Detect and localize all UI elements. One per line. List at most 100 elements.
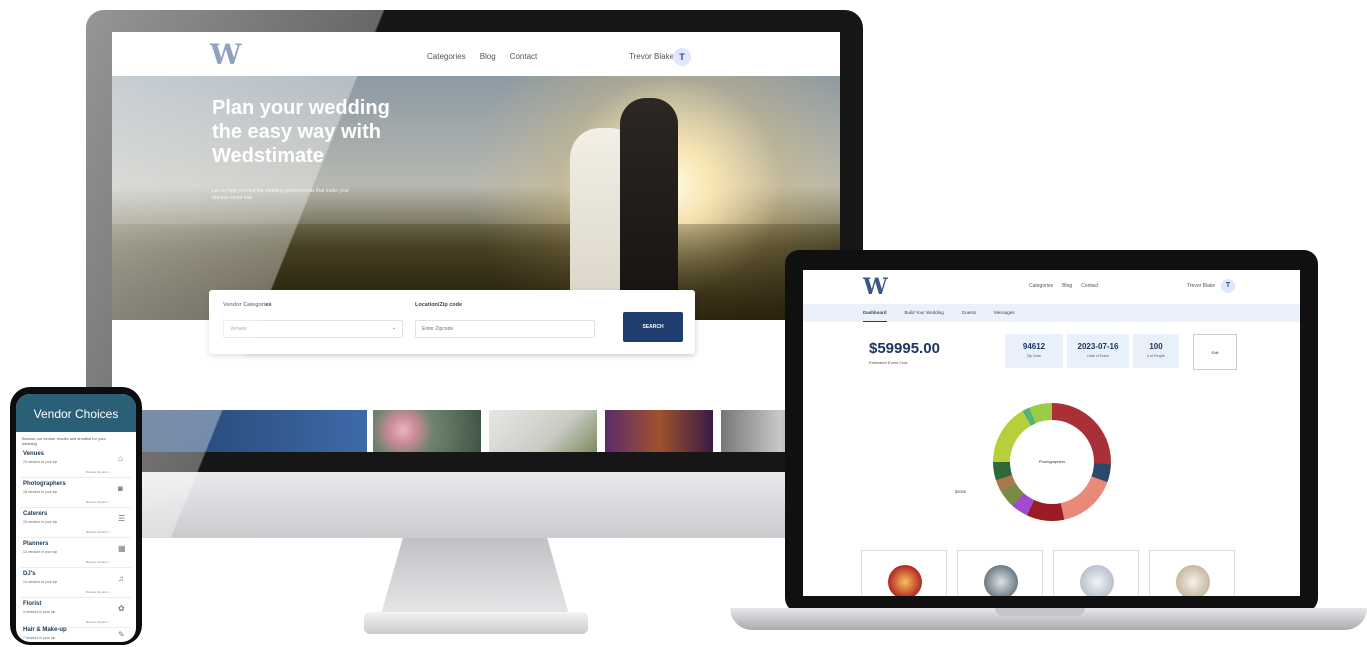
vendor-image: [984, 565, 1018, 596]
cutlery-icon: ☰: [118, 514, 126, 523]
vendor-category-title: Florist: [23, 601, 42, 607]
category-thumb[interactable]: [373, 410, 481, 452]
browse-link[interactable]: Browse Vendors >: [86, 590, 110, 594]
vendor-category-venues[interactable]: Venues 20 vendors in your zip ⌂ Browse V…: [20, 448, 132, 478]
nav-link-contact[interactable]: Contact: [510, 52, 538, 61]
wedstimate-logo[interactable]: W: [863, 274, 888, 300]
vendor-choices-header: Vendor Choices: [16, 394, 136, 432]
donut-center-label: Photographers: [1010, 420, 1094, 504]
stat-event-date: 2023-07-16 Date of Event: [1067, 334, 1129, 368]
wedstimate-logo[interactable]: W: [210, 38, 241, 71]
user-avatar[interactable]: T: [1221, 279, 1235, 293]
nav-link-blog[interactable]: Blog: [480, 52, 496, 61]
edit-button[interactable]: Edit: [1193, 334, 1237, 370]
donut-callout: $2000: [955, 489, 967, 494]
vendor-cards: [861, 550, 1241, 596]
vendor-category-subtitle: 18 vendors in your zip: [23, 490, 58, 494]
vendor-search-card: Vendor Categories Venues ⌄ Location/Zip …: [209, 290, 695, 354]
estimated-cost-label: Estimated Event Cost: [869, 360, 908, 365]
browse-link[interactable]: Browse Vendors >: [86, 530, 110, 534]
vendor-category-photographers[interactable]: Photographers 18 vendors in your zip ◙ B…: [20, 478, 132, 508]
hero-couple-image: [570, 98, 690, 320]
vendor-category-subtitle: 9 vendors in your zip: [23, 610, 56, 614]
calendar-icon: ▦: [118, 544, 126, 553]
stat-value: 2023-07-16: [1077, 342, 1119, 351]
category-thumb[interactable]: [112, 410, 367, 452]
vendor-category-caterers[interactable]: Caterers 15 vendors in your zip ☰ Browse…: [20, 508, 132, 538]
chevron-down-icon: ⌄: [391, 325, 396, 331]
hero-banner: Plan your wedding the easy way with Weds…: [112, 76, 840, 320]
browse-link[interactable]: Browse Vendors >: [86, 500, 110, 504]
desktop-nav-links: Categories Blog Contact: [427, 52, 537, 61]
vendor-category-hair-makeup[interactable]: Hair & Make-up 7 vendors in your zip ✎: [20, 624, 132, 642]
laptop-notch: [995, 608, 1085, 616]
vendor-card[interactable]: [861, 550, 947, 596]
user-name[interactable]: Trevor Blake: [629, 52, 674, 61]
vendor-category-title: Venues: [23, 451, 45, 457]
vendor-choices-intro: Browse our vendor results and shortlist …: [22, 436, 106, 446]
vendor-card[interactable]: [957, 550, 1043, 596]
stat-label: Zip Code: [1026, 354, 1042, 358]
vendor-category-planners[interactable]: Planners 12 vendors in your zip ▦ Browse…: [20, 538, 132, 568]
laptop-nav-links: Categories Blog Contact: [1029, 283, 1098, 289]
laptop-screen: W Categories Blog Contact Trevor Blake T…: [803, 270, 1300, 596]
imac-stand: [380, 538, 570, 618]
phone-screen: Vendor Choices Browse our vendor results…: [16, 394, 136, 642]
vendor-category-subtitle: 15 vendors in your zip: [23, 520, 58, 524]
device-mockup-stage: W Categories Blog Contact Trevor Blake T…: [0, 0, 1367, 647]
browse-link[interactable]: Browse Vendors >: [86, 560, 110, 564]
stat-label: Date of Event: [1087, 354, 1109, 358]
hero-subtitle: Let us help you find the wedding profess…: [212, 188, 350, 201]
estimated-cost-value: $59995.00: [869, 340, 940, 357]
nav-link-categories[interactable]: Categories: [1029, 283, 1053, 289]
nav-link-blog[interactable]: Blog: [1062, 283, 1072, 289]
vendor-category-djs[interactable]: DJ's 10 vendors in your zip ♫ Browse Ven…: [20, 568, 132, 598]
tab-guests[interactable]: Guests: [962, 310, 976, 322]
category-select-value: Venues: [230, 326, 247, 332]
music-icon: ♫: [118, 574, 124, 583]
vendor-category-title: Hair & Make-up: [23, 627, 67, 633]
vendor-category-title: Caterers: [23, 511, 48, 517]
nav-link-contact[interactable]: Contact: [1081, 283, 1098, 289]
imac-foot: [364, 612, 588, 634]
vendor-category-title: Photographers: [23, 481, 66, 487]
stat-zip-code: 94612 Zip Code: [1005, 334, 1063, 368]
imac-chin: [86, 472, 863, 538]
vendor-card[interactable]: [1149, 550, 1235, 596]
flower-icon: ✿: [118, 604, 125, 613]
stat-people: 100 # of People: [1133, 334, 1179, 368]
category-select[interactable]: Venues ⌄: [223, 320, 403, 338]
camera-icon: ◙: [118, 484, 123, 493]
category-thumb[interactable]: [489, 410, 597, 452]
vendor-image: [888, 565, 922, 596]
vendor-category-title: DJ's: [23, 571, 36, 577]
category-thumb[interactable]: [605, 410, 713, 452]
category-label: Vendor Categories: [223, 302, 272, 308]
user-avatar[interactable]: T: [673, 48, 691, 66]
laptop-navbar: W Categories Blog Contact Trevor Blake T: [803, 270, 1300, 302]
category-thumbnails: [112, 410, 840, 452]
vendor-category-subtitle: 12 vendors in your zip: [23, 550, 58, 554]
desktop-screen: W Categories Blog Contact Trevor Blake T…: [112, 32, 840, 452]
user-name[interactable]: Trevor Blake: [1187, 283, 1215, 289]
location-input[interactable]: Enter Zipcode: [415, 320, 595, 338]
dashboard-tabs: Dashboard Build Your Wedding Guests Mess…: [803, 304, 1300, 322]
vendor-category-subtitle: 20 vendors in your zip: [23, 460, 58, 464]
location-label: Location/Zip code: [415, 302, 463, 308]
stat-value: 100: [1149, 342, 1163, 351]
vendor-category-subtitle: 7 vendors in your zip: [23, 636, 56, 640]
hero-title: Plan your wedding the easy way with Weds…: [212, 97, 390, 167]
browse-link[interactable]: Browse Vendors >: [86, 470, 110, 474]
search-button[interactable]: SEARCH: [623, 312, 683, 342]
vendor-category-title: Planners: [23, 541, 49, 547]
tab-dashboard[interactable]: Dashboard: [863, 310, 887, 322]
nav-link-categories[interactable]: Categories: [427, 52, 466, 61]
desktop-navbar: W Categories Blog Contact Trevor Blake T: [112, 32, 840, 76]
stat-value: 94612: [1022, 342, 1046, 351]
tab-messages[interactable]: Messages: [994, 310, 1015, 322]
vendor-image: [1176, 565, 1210, 596]
tab-build-your-wedding[interactable]: Build Your Wedding: [905, 310, 944, 322]
stat-label: # of People: [1147, 354, 1165, 358]
makeup-icon: ✎: [118, 630, 125, 639]
vendor-card[interactable]: [1053, 550, 1139, 596]
